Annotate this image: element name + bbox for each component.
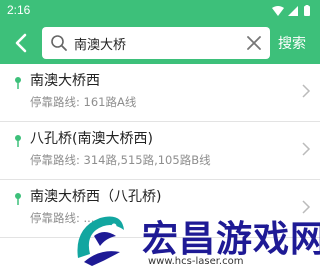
search-button[interactable]: 搜索: [278, 33, 306, 53]
chevron-right-icon: [302, 142, 311, 156]
back-arrow-icon[interactable]: [10, 31, 34, 55]
list-item[interactable]: 八孔桥(南澳大桥西) 停靠路线: 314路,515路,105路B线: [0, 122, 320, 180]
wifi-icon: [272, 6, 284, 16]
stop-pin-icon: [15, 135, 21, 147]
status-icons: [272, 5, 310, 16]
stop-routes: 停靠路线: 314路,515路,105路B线: [30, 153, 211, 167]
status-time: 2:16: [7, 3, 31, 17]
search-input[interactable]: [74, 33, 234, 53]
stop-pin-icon: [15, 193, 21, 205]
watermark-title: 宏昌游戏网: [142, 219, 320, 260]
dragon-logo-icon: [77, 216, 124, 266]
clear-icon[interactable]: [246, 35, 262, 51]
search-box: [42, 27, 270, 59]
stop-name: 南澳大桥西: [30, 73, 100, 89]
watermark-url: www.hcs-laser.com: [148, 256, 244, 267]
watermark: 宏昌游戏网 www.hcs-laser.com: [64, 202, 320, 274]
chevron-right-icon: [302, 84, 311, 98]
status-bar: 2:16: [0, 0, 320, 22]
search-icon: [51, 35, 67, 51]
stop-routes: 停靠路线: 161路A线: [30, 95, 137, 109]
search-app-bar: 搜索: [0, 22, 320, 64]
list-item[interactable]: 南澳大桥西 停靠路线: 161路A线: [0, 64, 320, 122]
stop-name: 八孔桥(南澳大桥西): [30, 131, 153, 147]
stop-pin-icon: [15, 77, 21, 89]
signal-icon: [288, 6, 298, 16]
battery-icon: [304, 6, 310, 16]
